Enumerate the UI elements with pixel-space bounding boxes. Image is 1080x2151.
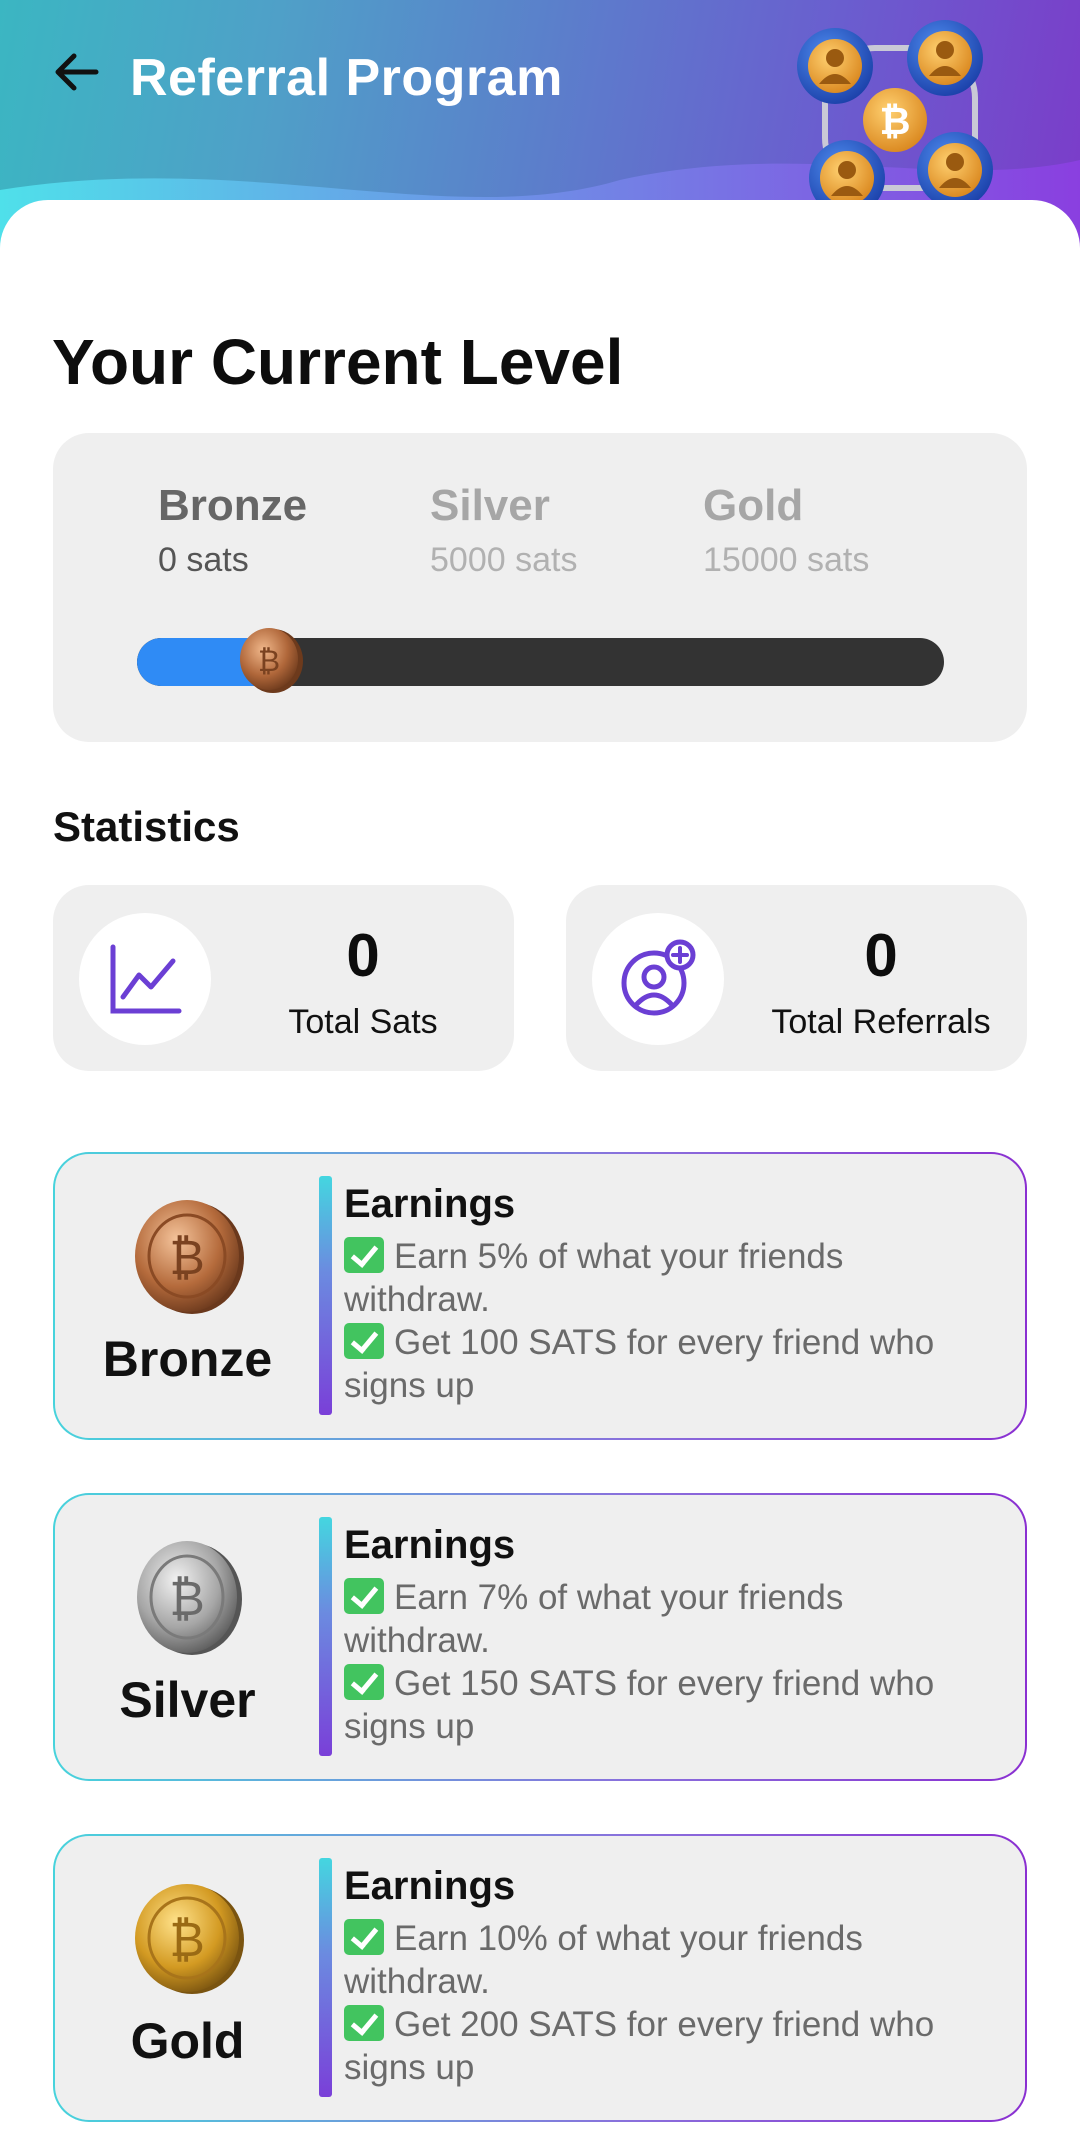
tier-name: Silver [119, 1672, 256, 1728]
earnings-line: Earn 7% of what your friends withdraw. [344, 1576, 994, 1662]
gold-coin-icon: ₿ [135, 1884, 244, 1994]
stat-icon-circle [79, 913, 211, 1045]
svg-text:₿: ₿ [169, 1571, 205, 1627]
tier-card-bronze: ₿ Bronze Earnings Earn 5% of what your f… [53, 1152, 1027, 1440]
referral-network-icon: ₿ [797, 20, 993, 216]
level-gold: Gold 15000 sats [703, 481, 869, 580]
tier-name: Gold [130, 2013, 245, 2069]
checkmark-icon [344, 1578, 384, 1614]
arrow-left-icon [55, 53, 99, 91]
stat-card-total-referrals: 0 Total Referrals [566, 885, 1027, 1071]
total-sats-value: 0 [346, 922, 380, 989]
total-referrals-label: Total Referrals [771, 1003, 991, 1041]
level-name: Bronze [158, 481, 308, 530]
level-progress-card: Bronze 0 sats Silver 5000 sats Gold 1500… [53, 433, 1027, 742]
earnings-line: Earn 10% of what your friends withdraw. [344, 1917, 994, 2003]
section-title-statistics: Statistics [53, 803, 240, 850]
earnings-line-text: Get 100 SATS for every friend who signs … [344, 1323, 935, 1405]
earnings-line: Earn 5% of what your friends withdraw. [344, 1235, 994, 1321]
user-add-icon [621, 939, 696, 1016]
level-threshold: 15000 sats [703, 541, 870, 579]
svg-text:₿: ₿ [169, 1912, 205, 1968]
tier-card-silver: ₿ Silver Earnings Earn 7% of what your f… [53, 1493, 1027, 1781]
total-referrals-value: 0 [864, 922, 898, 989]
checkmark-icon [344, 1664, 384, 1700]
bronze-coin-icon: ₿ [240, 628, 303, 693]
tier-accent-bar [319, 1858, 332, 2097]
line-chart-icon [110, 944, 182, 1014]
bronze-coin-icon: ₿ [135, 1200, 244, 1314]
level-silver: Silver 5000 sats [430, 481, 577, 580]
checkmark-icon [344, 1323, 384, 1359]
level-name: Gold [703, 481, 804, 530]
checkmark-icon [344, 1237, 384, 1273]
earnings-line-text: Earn 10% of what your friends withdraw. [344, 1919, 863, 2001]
checkmark-icon [344, 2005, 384, 2041]
earnings-line: Get 150 SATS for every friend who signs … [344, 1662, 994, 1748]
page-title: Referral Program [130, 49, 563, 107]
level-bronze: Bronze 0 sats [158, 481, 307, 580]
stat-icon-circle [592, 913, 724, 1045]
earnings-line: Get 200 SATS for every friend who signs … [344, 2003, 994, 2089]
stat-card-total-sats: 0 Total Sats [53, 885, 514, 1071]
tier-accent-bar [319, 1517, 332, 1756]
tier-card-gold: ₿ Gold Earnings Earn 10% of what your fr… [53, 1834, 1027, 2122]
back-button[interactable] [44, 40, 108, 104]
section-title-current-level: Your Current Level [52, 326, 624, 398]
tier-accent-bar [319, 1176, 332, 1415]
svg-text:₿: ₿ [880, 99, 911, 143]
earnings-heading: Earnings [344, 1864, 516, 1908]
level-name: Silver [430, 481, 550, 530]
level-threshold: 5000 sats [430, 541, 578, 579]
level-threshold: 0 sats [158, 541, 249, 579]
silver-coin-icon: ₿ [137, 1541, 242, 1655]
tier-earnings: Earnings Earn 5% of what your friends wi… [344, 1182, 994, 1407]
tier-earnings: Earnings Earn 7% of what your friends wi… [344, 1523, 994, 1748]
tier-earnings: Earnings Earn 10% of what your friends w… [344, 1864, 994, 2089]
tier-name: Bronze [102, 1331, 273, 1387]
earnings-line: Get 100 SATS for every friend who signs … [344, 1321, 994, 1407]
earnings-line-text: Get 200 SATS for every friend who signs … [344, 2005, 935, 2087]
earnings-heading: Earnings [344, 1523, 516, 1567]
total-sats-label: Total Sats [288, 1003, 438, 1041]
earnings-line-text: Get 150 SATS for every friend who signs … [344, 1664, 935, 1746]
earnings-line-text: Earn 5% of what your friends withdraw. [344, 1237, 844, 1319]
svg-text:₿: ₿ [169, 1230, 205, 1286]
earnings-heading: Earnings [344, 1182, 516, 1226]
earnings-line-text: Earn 7% of what your friends withdraw. [344, 1578, 844, 1660]
svg-text:₿: ₿ [258, 644, 280, 679]
checkmark-icon [344, 1919, 384, 1955]
